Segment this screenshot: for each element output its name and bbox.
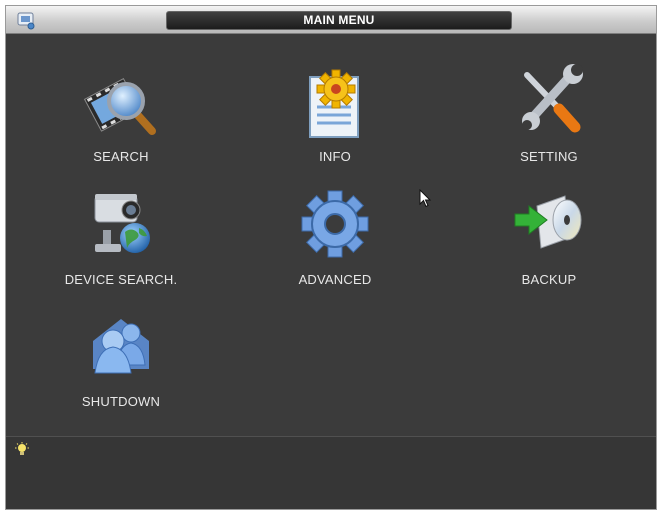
- window-title: MAIN MENU: [166, 11, 512, 30]
- menu-item-advanced[interactable]: ADVANCED: [250, 186, 420, 296]
- menu-item-setting[interactable]: SETTING: [464, 63, 634, 173]
- mouse-cursor-icon: [419, 189, 432, 208]
- camera-globe-icon: [94, 194, 150, 253]
- menu-item-label: SHUTDOWN: [81, 394, 161, 409]
- disc-arrow-icon: [514, 195, 582, 249]
- wrench-screwdriver-icon: [522, 64, 583, 133]
- status-bar: [6, 437, 656, 509]
- menu-item-search[interactable]: SEARCH: [36, 63, 206, 173]
- film-magnifier-icon: [83, 77, 156, 135]
- menu-item-label: SEARCH: [93, 149, 149, 164]
- users-icon: [93, 319, 149, 374]
- menu-item-backup[interactable]: BACKUP: [464, 186, 634, 296]
- menu-item-label: DEVICE SEARCH.: [64, 272, 178, 287]
- menu-item-label: ADVANCED: [298, 272, 372, 287]
- document-gear-icon: [309, 69, 359, 138]
- menu-item-info[interactable]: INFO: [250, 63, 420, 173]
- main-menu-window: MAIN MENU SEARCH INFO SETTING DEVICE SEA…: [5, 5, 657, 510]
- app-logo-icon: [17, 12, 35, 30]
- menu-item-label: SETTING: [520, 149, 578, 164]
- menu-item-device-search[interactable]: DEVICE SEARCH.: [36, 186, 206, 296]
- menu-item-label: BACKUP: [521, 272, 577, 287]
- menu-item-shutdown[interactable]: SHUTDOWN: [36, 311, 206, 421]
- menu-item-label: INFO: [319, 149, 351, 164]
- title-bar: MAIN MENU: [6, 6, 656, 34]
- lightbulb-icon: [15, 442, 29, 455]
- gear-icon: [301, 190, 369, 258]
